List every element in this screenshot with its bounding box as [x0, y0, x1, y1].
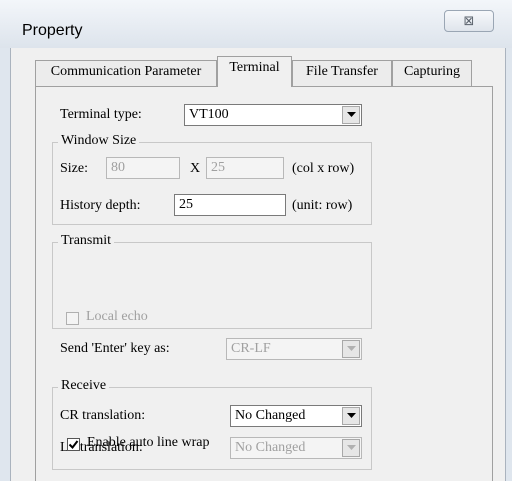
history-depth-label: History depth:: [60, 198, 141, 213]
chevron-down-icon: [346, 413, 356, 418]
size-label: Size:: [60, 161, 88, 176]
history-unit-label: (unit: row): [292, 198, 353, 213]
tab-label: Terminal: [229, 60, 280, 75]
tab-file-transfer[interactable]: File Transfer: [292, 60, 392, 86]
cr-translation-value: No Changed: [235, 408, 306, 423]
terminal-type-value: VT100: [189, 107, 229, 122]
dropdown-button[interactable]: [342, 340, 360, 358]
terminal-tab-panel: Terminal type: VT100 Window Size Size: 8…: [35, 86, 493, 481]
terminal-type-select[interactable]: VT100: [184, 104, 362, 126]
chevron-down-icon: [346, 445, 356, 450]
tab-terminal[interactable]: Terminal: [217, 56, 292, 87]
dialog-client-area: Communication Parameter Terminal File Tr…: [10, 48, 506, 481]
local-echo-label: Local echo: [86, 309, 148, 324]
rows-field[interactable]: 25: [206, 157, 284, 179]
history-depth-field[interactable]: 25: [174, 194, 286, 216]
tab-label: File Transfer: [306, 64, 378, 79]
terminal-type-label: Terminal type:: [60, 107, 142, 122]
close-button[interactable]: ⊠: [444, 10, 494, 32]
title-bar[interactable]: Property ⊠: [0, 0, 512, 48]
x-label: X: [190, 161, 201, 176]
window-title: Property: [22, 22, 83, 39]
tab-label: Communication Parameter: [50, 64, 202, 79]
dropdown-button[interactable]: [342, 439, 360, 457]
transmit-title: Transmit: [58, 233, 115, 249]
tab-label: Capturing: [404, 64, 460, 79]
cr-translation-label: CR translation:: [60, 408, 146, 423]
send-enter-label: Send 'Enter' key as:: [60, 341, 170, 356]
send-enter-select[interactable]: CR-LF: [226, 338, 362, 360]
window-size-title: Window Size: [58, 133, 140, 149]
check-icon: [68, 440, 79, 450]
tab-communication-parameter[interactable]: Communication Parameter: [35, 60, 217, 86]
send-enter-value: CR-LF: [231, 341, 271, 356]
dropdown-button[interactable]: [342, 106, 360, 124]
chevron-down-icon: [346, 346, 356, 351]
auto-line-wrap-checkbox[interactable]: [67, 438, 80, 451]
dropdown-button[interactable]: [342, 407, 360, 425]
chevron-down-icon: [346, 112, 356, 117]
receive-title: Receive: [58, 378, 110, 394]
cols-field[interactable]: 80: [106, 157, 180, 179]
lf-translation-value: No Changed: [235, 440, 306, 455]
close-icon: ⊠: [463, 13, 475, 29]
size-unit-label: (col x row): [292, 161, 355, 176]
cr-translation-select[interactable]: No Changed: [230, 405, 362, 427]
local-echo-checkbox[interactable]: [66, 312, 79, 325]
lf-translation-select[interactable]: No Changed: [230, 437, 362, 459]
property-window: Property ⊠ Communication Parameter Termi…: [0, 0, 512, 481]
tab-capturing[interactable]: Capturing: [392, 60, 472, 86]
auto-line-wrap-label: Enable auto line wrap: [87, 435, 210, 450]
